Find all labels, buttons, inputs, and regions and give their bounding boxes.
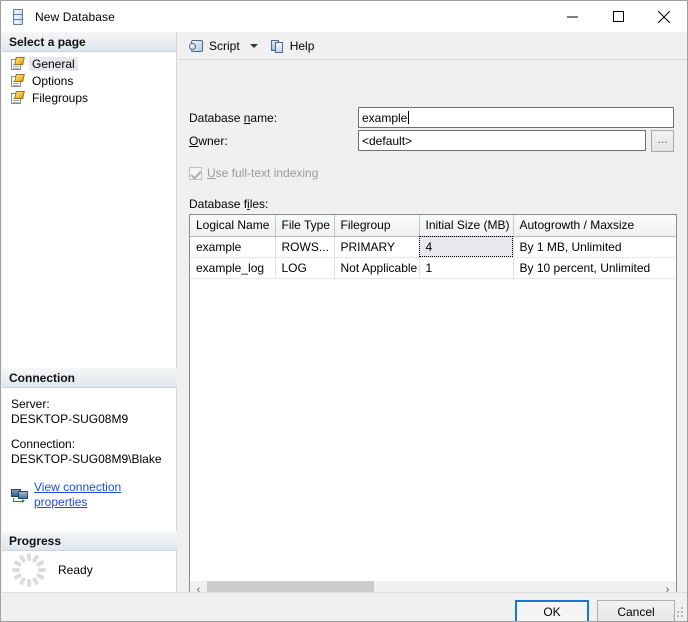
- dialog-toolbar: Script Help: [178, 32, 688, 60]
- script-scroll-icon: [189, 38, 205, 54]
- cell-logical-name[interactable]: example: [190, 236, 275, 257]
- database-files-grid[interactable]: Logical Name File Type Filegroup Initial…: [189, 214, 677, 600]
- connection-value: DESKTOP-SUG08M9\Blake: [11, 452, 168, 467]
- window-controls: [549, 1, 687, 32]
- sidebar-item-filegroups[interactable]: Filegroups: [2, 89, 176, 106]
- database-name-value: example: [362, 111, 407, 125]
- table-row[interactable]: example ROWS... PRIMARY 4 By 1 MB, Unlim…: [190, 236, 676, 257]
- column-header-logical-name[interactable]: Logical Name: [190, 215, 275, 236]
- cell-filegroup[interactable]: PRIMARY: [334, 236, 419, 257]
- progress-status: Ready: [58, 563, 93, 577]
- table-row[interactable]: example_log LOG Not Applicable 1 By 10 p…: [190, 257, 676, 278]
- connection-label: Connection:: [11, 437, 168, 452]
- server-label: Server:: [11, 397, 168, 412]
- cell-logical-name[interactable]: example_log: [190, 257, 275, 278]
- owner-input[interactable]: <default>: [358, 130, 646, 151]
- sidebar-item-label: Filegroups: [29, 91, 91, 105]
- dialog-footer: OK Cancel: [2, 592, 688, 622]
- chevron-down-icon[interactable]: [250, 44, 258, 48]
- owner-label: Owner:: [189, 134, 228, 148]
- minimize-button[interactable]: [549, 1, 595, 32]
- fulltext-label: Use full-text indexing: [207, 166, 318, 180]
- resize-grip[interactable]: [673, 607, 685, 619]
- script-button[interactable]: Script: [186, 35, 243, 57]
- cell-initial-size[interactable]: 4: [419, 236, 513, 257]
- database-name-label: Database name:: [189, 111, 277, 125]
- cell-file-type[interactable]: LOG: [275, 257, 334, 278]
- page-icon: [10, 57, 25, 71]
- ok-button[interactable]: OK: [515, 600, 589, 622]
- checkbox-checked-icon[interactable]: [189, 167, 202, 180]
- close-button[interactable]: [641, 1, 687, 32]
- page-list: General Options Filegroups: [2, 52, 176, 106]
- cell-autogrowth[interactable]: By 1 MB, Unlimited: [513, 236, 676, 257]
- view-connection-properties-link[interactable]: View connection properties: [34, 480, 168, 510]
- cell-autogrowth[interactable]: By 10 percent, Unlimited: [513, 257, 676, 278]
- database-icon: [10, 9, 26, 25]
- help-pages-icon: [270, 38, 286, 54]
- connection-info: Server: DESKTOP-SUG08M9 Connection: DESK…: [2, 388, 177, 510]
- loading-spinner-icon: [10, 551, 48, 589]
- owner-value: <default>: [362, 134, 412, 148]
- network-computers-icon: [11, 488, 29, 503]
- new-database-dialog: New Database Select a page General: [0, 0, 688, 622]
- database-name-input[interactable]: example: [358, 107, 674, 128]
- database-files-label-row: Database files:: [189, 197, 268, 211]
- page-icon: [10, 91, 25, 105]
- text-caret: [408, 111, 409, 124]
- server-value: DESKTOP-SUG08M9: [11, 412, 168, 427]
- title-bar: New Database: [1, 1, 687, 32]
- sidebar-item-label: General: [29, 57, 78, 71]
- connection-header: Connection: [2, 368, 177, 388]
- column-header-initial-size[interactable]: Initial Size (MB): [419, 215, 513, 236]
- page-selector-pane: Select a page General Options Filegroups: [2, 32, 177, 592]
- owner-browse-button[interactable]: ...: [651, 130, 674, 152]
- sidebar-item-general[interactable]: General: [2, 55, 176, 72]
- window-title: New Database: [35, 10, 115, 24]
- cell-file-type[interactable]: ROWS...: [275, 236, 334, 257]
- general-page-pane: Script Help Database name: example Owner…: [178, 32, 688, 592]
- progress-header: Progress: [2, 531, 177, 551]
- fulltext-checkbox-row[interactable]: Use full-text indexing: [189, 166, 318, 180]
- cancel-button[interactable]: Cancel: [597, 600, 675, 622]
- database-name-label-row: Database name:: [189, 111, 277, 125]
- help-button[interactable]: Help: [267, 35, 318, 57]
- column-header-filegroup[interactable]: Filegroup: [334, 215, 419, 236]
- sidebar-item-options[interactable]: Options: [2, 72, 176, 89]
- owner-label-row: Owner:: [189, 134, 228, 148]
- column-header-file-type[interactable]: File Type: [275, 215, 334, 236]
- page-icon: [10, 74, 25, 88]
- cell-filegroup[interactable]: Not Applicable: [334, 257, 419, 278]
- column-header-autogrowth[interactable]: Autogrowth / Maxsize: [513, 215, 676, 236]
- select-a-page-header: Select a page: [2, 32, 176, 52]
- script-label: Script: [209, 39, 240, 53]
- database-files-label: Database files:: [189, 197, 268, 211]
- grid-header-row: Logical Name File Type Filegroup Initial…: [190, 215, 676, 236]
- help-label: Help: [290, 39, 315, 53]
- sidebar-item-label: Options: [29, 74, 76, 88]
- maximize-button[interactable]: [595, 1, 641, 32]
- cell-initial-size[interactable]: 1: [419, 257, 513, 278]
- progress-info: Ready: [2, 551, 177, 589]
